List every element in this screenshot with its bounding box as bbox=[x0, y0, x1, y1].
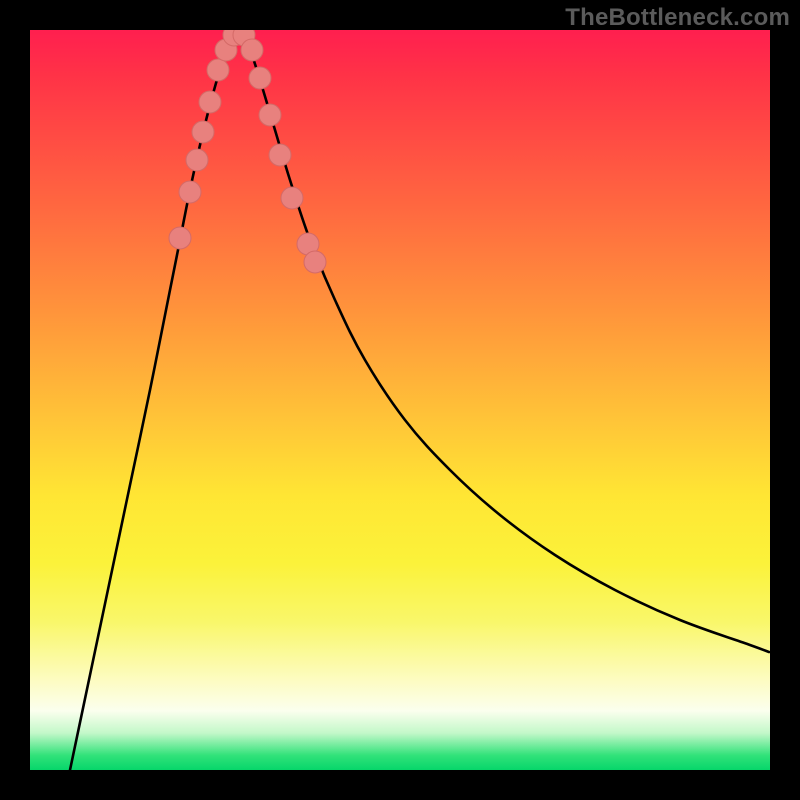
marker-point bbox=[259, 104, 281, 126]
watermark-text: TheBottleneck.com bbox=[565, 4, 790, 32]
marker-point bbox=[186, 149, 208, 171]
marker-point bbox=[169, 227, 191, 249]
marker-point bbox=[281, 187, 303, 209]
chart-frame: TheBottleneck.com bbox=[0, 0, 800, 800]
left-curve bbox=[70, 32, 240, 770]
marker-point bbox=[179, 181, 201, 203]
right-curve bbox=[240, 32, 769, 652]
marker-point bbox=[192, 121, 214, 143]
marker-point bbox=[269, 144, 291, 166]
curve-layer bbox=[30, 30, 770, 770]
plot-area bbox=[30, 30, 770, 770]
marker-point bbox=[241, 39, 263, 61]
marker-point bbox=[249, 67, 271, 89]
marker-group bbox=[169, 30, 326, 273]
marker-point bbox=[304, 251, 326, 273]
marker-point bbox=[207, 59, 229, 81]
marker-point bbox=[199, 91, 221, 113]
